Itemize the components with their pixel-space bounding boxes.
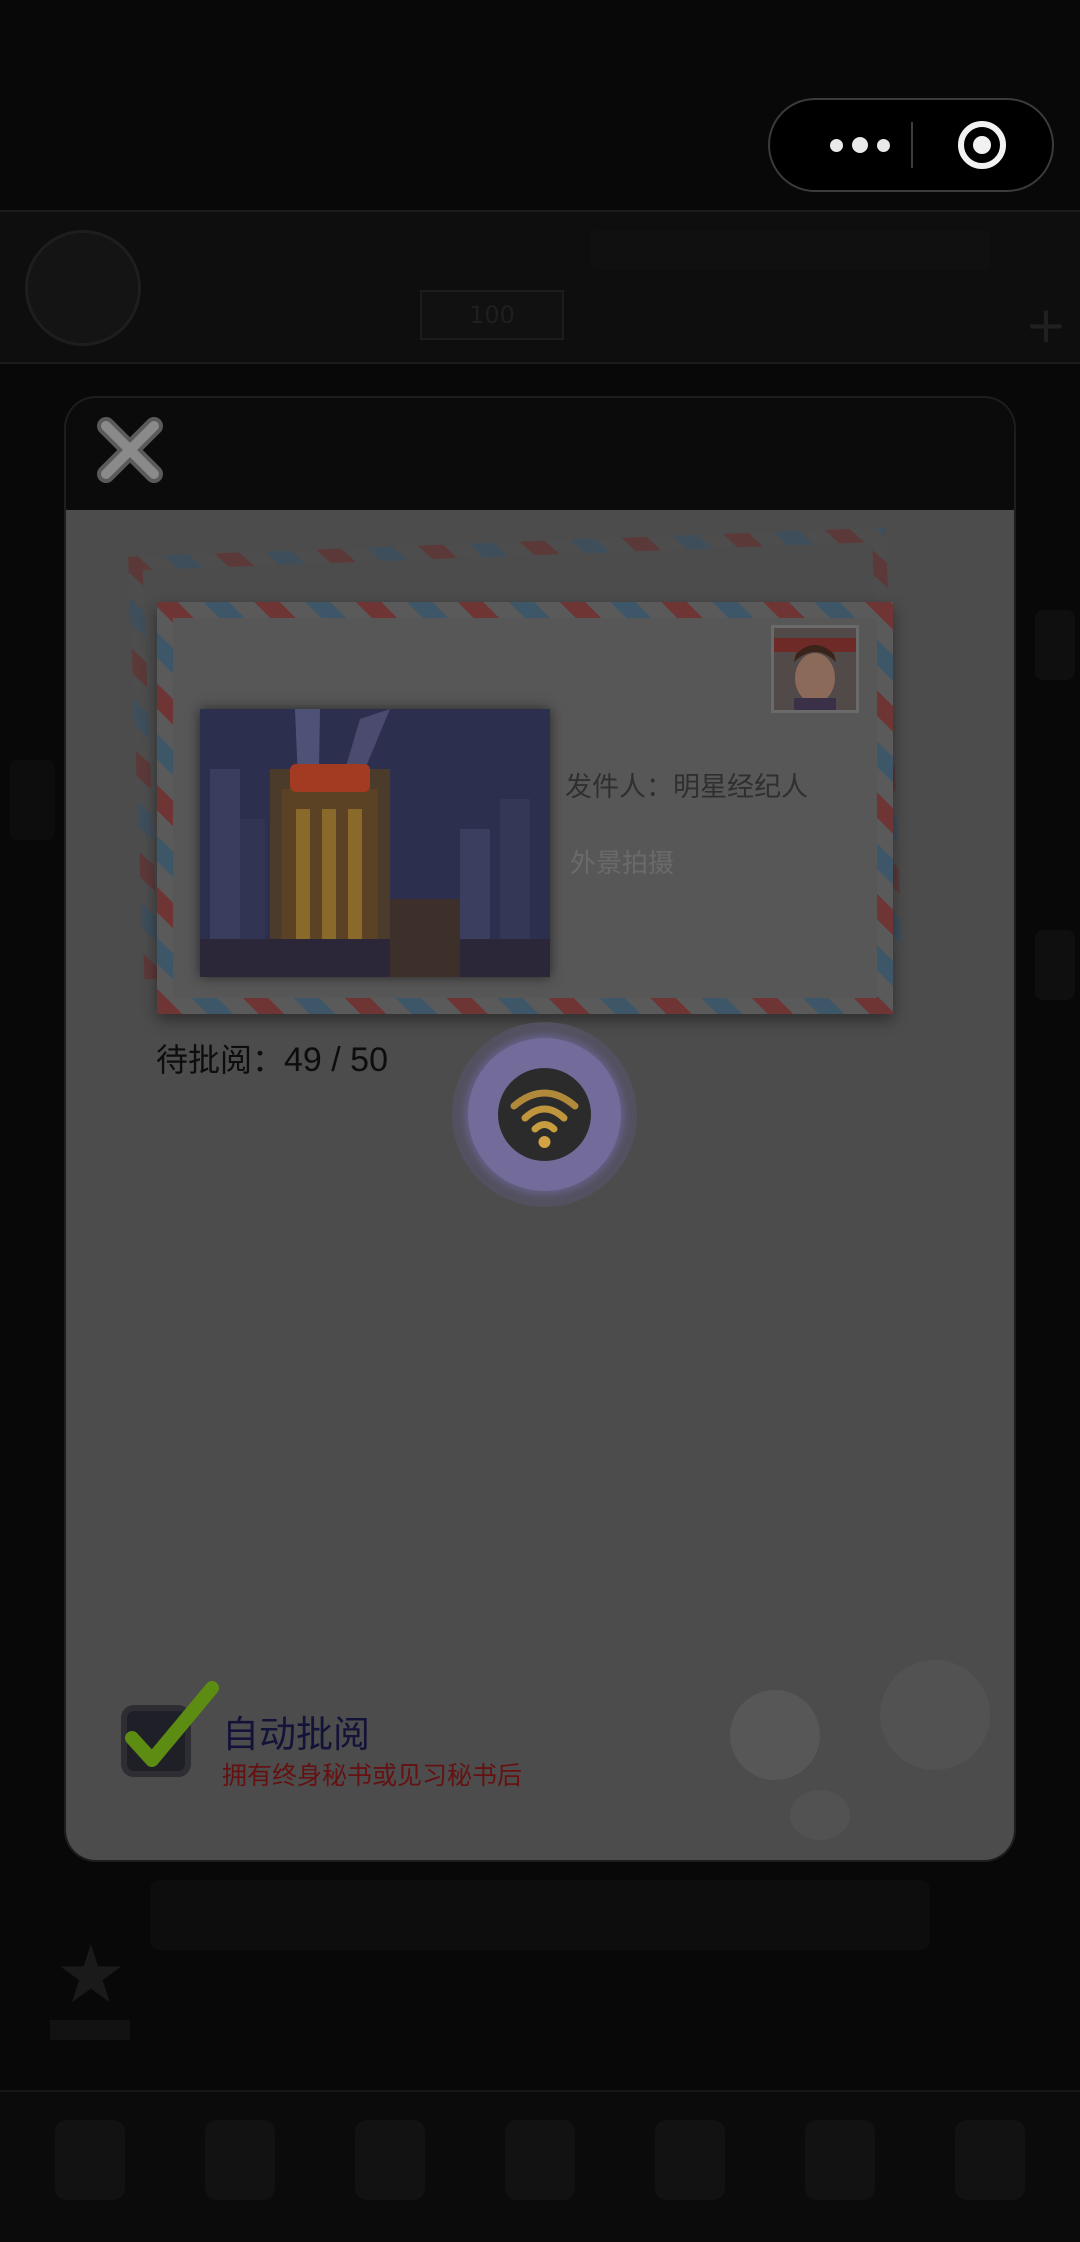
signal-core bbox=[498, 1068, 591, 1161]
background-nav-item bbox=[505, 2120, 575, 2200]
background-header-text bbox=[590, 230, 990, 270]
decorative-bubble bbox=[880, 1660, 990, 1770]
wifi-signal-icon bbox=[510, 1089, 579, 1148]
background-badge: 100 bbox=[420, 290, 564, 340]
background-banner bbox=[150, 1880, 930, 1950]
background-nav-item bbox=[355, 2120, 425, 2200]
background-nav-item bbox=[55, 2120, 125, 2200]
pending-count: 49 / 50 bbox=[284, 1041, 388, 1079]
background-plus-icon: + bbox=[1025, 296, 1067, 354]
background-nav-item bbox=[205, 2120, 275, 2200]
capsule-divider bbox=[911, 122, 913, 168]
city-night-theater-photo bbox=[200, 709, 550, 977]
auto-review-checkbox[interactable] bbox=[116, 1680, 222, 1786]
background-avatar bbox=[25, 230, 141, 346]
background-nav-item bbox=[805, 2120, 875, 2200]
decorative-bubble bbox=[790, 1790, 850, 1840]
letter-subject: 外景拍摄 bbox=[570, 849, 675, 879]
more-dots-icon[interactable] bbox=[810, 100, 910, 190]
background-star-icon: ★ bbox=[55, 1928, 127, 2021]
signal-button[interactable] bbox=[452, 1022, 637, 1207]
close-x-icon[interactable] bbox=[92, 412, 168, 488]
background-side-button bbox=[1035, 930, 1075, 1000]
pending-label: 待批阅： bbox=[156, 1041, 285, 1079]
pending-review-counter: 待批阅：49 / 50 bbox=[156, 1035, 388, 1081]
decorative-bubble bbox=[730, 1690, 820, 1780]
letter-sender: 发件人：明星经纪人 bbox=[565, 772, 808, 803]
auto-review-label[interactable]: 自动批阅 bbox=[222, 1704, 370, 1758]
miniprogram-capsule bbox=[768, 98, 1054, 192]
auto-review-hint: 拥有终身秘书或见习秘书后 bbox=[222, 1761, 523, 1790]
background-side-button bbox=[1035, 610, 1075, 680]
target-close-icon[interactable] bbox=[955, 118, 1009, 172]
character-avatar-stamp bbox=[771, 625, 859, 713]
background-nav-item bbox=[955, 2120, 1025, 2200]
background-star-label bbox=[50, 2020, 130, 2040]
signal-ring bbox=[468, 1038, 621, 1191]
background-nav-item bbox=[655, 2120, 725, 2200]
background-side-button bbox=[10, 760, 55, 840]
